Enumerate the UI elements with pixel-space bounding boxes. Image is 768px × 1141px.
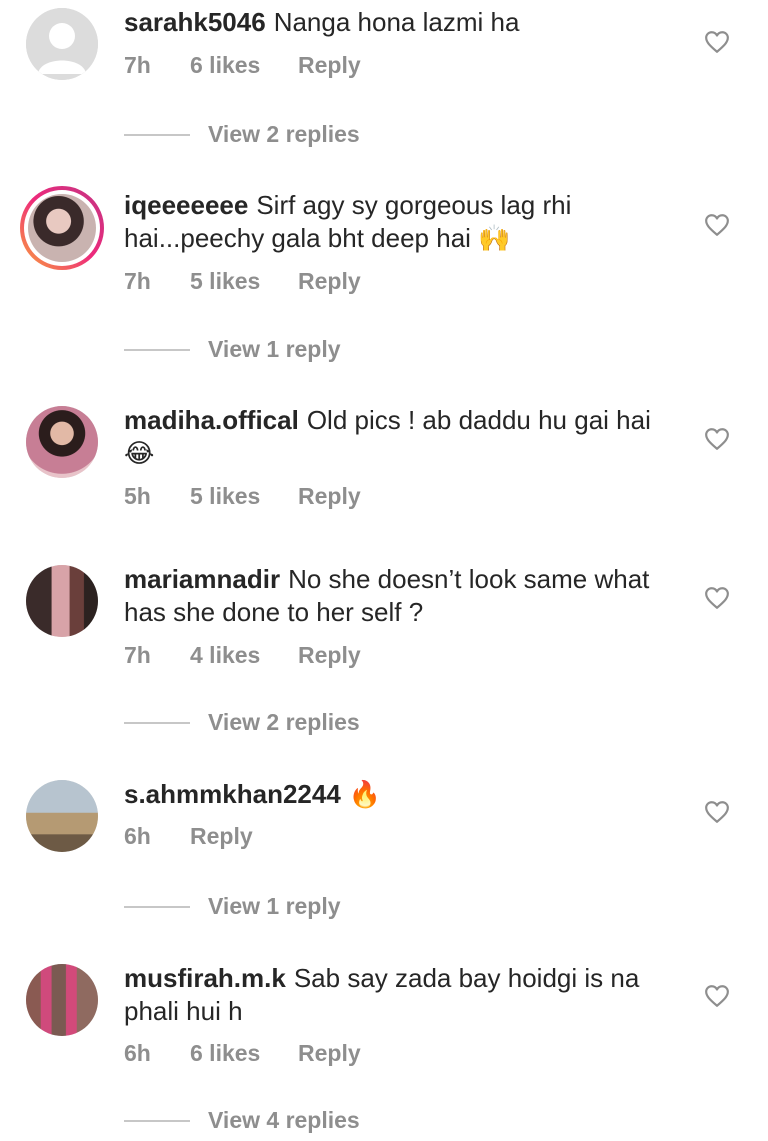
comment-body: iqeeeeeee Sirf agy sy gorgeous lag rhi ha… — [124, 189, 684, 255]
reply-button[interactable]: Reply — [298, 268, 361, 295]
avatar[interactable] — [26, 780, 98, 852]
view-replies-button[interactable]: View 4 replies — [124, 1107, 360, 1134]
comment-username[interactable]: mariamnadir — [124, 564, 280, 594]
default-avatar-icon — [26, 8, 98, 80]
view-replies-label[interactable]: View 2 replies — [208, 709, 360, 736]
comment-body: sarahk5046 Nanga hona lazmi ha — [124, 6, 684, 39]
comment-body: madiha.offical Old pics ! ab daddu hu gai… — [124, 404, 684, 470]
view-replies-button[interactable]: View 2 replies — [124, 709, 360, 736]
avatar[interactable] — [26, 8, 98, 80]
replies-divider — [124, 905, 190, 908]
view-replies-button[interactable]: View 2 replies — [124, 121, 360, 148]
heart-outline-icon[interactable] — [704, 586, 730, 610]
replies-divider — [124, 348, 190, 351]
comment-likes[interactable]: 5 likes — [190, 483, 298, 510]
replies-divider — [124, 721, 190, 724]
comment-username[interactable]: iqeeeeeee — [124, 190, 248, 220]
view-replies-button[interactable]: View 1 reply — [124, 893, 341, 920]
comment-likes[interactable]: 5 likes — [190, 268, 298, 295]
avatar[interactable] — [26, 406, 98, 478]
reply-button[interactable]: Reply — [298, 1040, 361, 1067]
replies-divider — [124, 1119, 190, 1122]
reply-button[interactable]: Reply — [298, 52, 361, 79]
comment-meta: 5h 5 likes Reply — [124, 483, 361, 510]
view-replies-label[interactable]: View 2 replies — [208, 121, 360, 148]
comment-body: mariamnadir No she doesn’t look same what… — [124, 563, 684, 629]
comment-likes[interactable]: 6 likes — [190, 52, 298, 79]
heart-outline-icon[interactable] — [704, 213, 730, 237]
comment-time: 7h — [124, 268, 151, 294]
comment-username[interactable]: s.ahmmkhan2244 — [124, 779, 341, 809]
comment-text: 🔥 — [348, 779, 382, 809]
view-replies-label[interactable]: View 1 reply — [208, 893, 341, 920]
comment-time: 7h — [124, 642, 151, 668]
comment-likes[interactable]: 6 likes — [190, 1040, 298, 1067]
reply-button[interactable]: Reply — [190, 823, 253, 850]
view-replies-label[interactable]: View 1 reply — [208, 336, 341, 363]
comment-meta: 6h 6 likes Reply — [124, 1040, 361, 1067]
comment-time: 7h — [124, 52, 151, 78]
replies-divider — [124, 133, 190, 136]
comment-time: 6h — [124, 823, 151, 849]
comment-meta: 6h Reply — [124, 823, 253, 850]
comment-username[interactable]: musfirah.m.k — [124, 963, 286, 993]
comment-body: s.ahmmkhan2244 🔥 — [124, 778, 684, 811]
comment-meta: 7h 5 likes Reply — [124, 268, 361, 295]
avatar[interactable] — [26, 565, 98, 637]
reply-button[interactable]: Reply — [298, 483, 361, 510]
heart-outline-icon[interactable] — [704, 984, 730, 1008]
avatar-ring-gap — [24, 190, 100, 266]
comment-text: Nanga hona lazmi ha — [273, 7, 520, 37]
comment-meta: 7h 4 likes Reply — [124, 642, 361, 669]
view-replies-button[interactable]: View 1 reply — [124, 336, 341, 363]
comment-body: musfirah.m.k Sab say zada bay hoidgi is n… — [124, 962, 684, 1028]
avatar[interactable] — [26, 964, 98, 1036]
heart-outline-icon[interactable] — [704, 427, 730, 451]
avatar-photo — [28, 194, 96, 262]
comment-likes[interactable]: 4 likes — [190, 642, 298, 669]
comment-time: 5h — [124, 483, 151, 509]
heart-outline-icon[interactable] — [704, 800, 730, 824]
comment-username[interactable]: sarahk5046 — [124, 7, 266, 37]
avatar[interactable] — [20, 186, 104, 270]
heart-outline-icon[interactable] — [704, 30, 730, 54]
view-replies-label[interactable]: View 4 replies — [208, 1107, 360, 1134]
comment-username[interactable]: madiha.offical — [124, 405, 299, 435]
reply-button[interactable]: Reply — [298, 642, 361, 669]
comment-meta: 7h 6 likes Reply — [124, 52, 361, 79]
comment-time: 6h — [124, 1040, 151, 1066]
